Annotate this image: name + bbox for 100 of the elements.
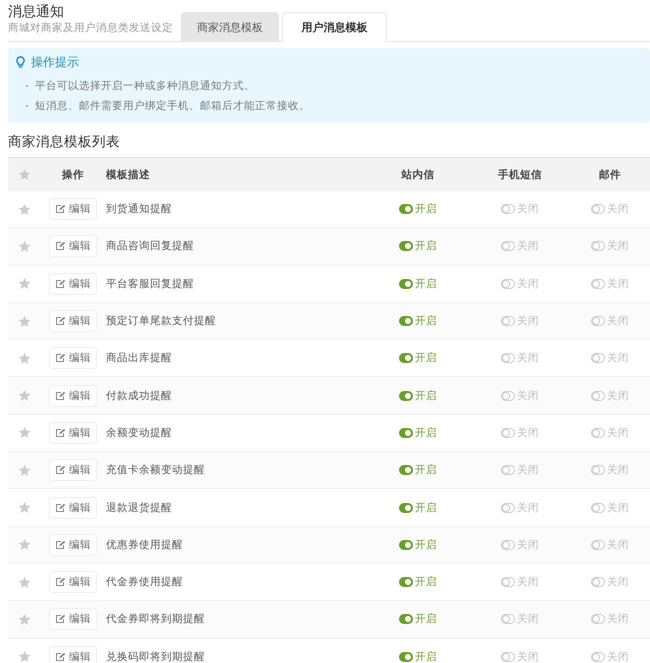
toggle-switch[interactable]: 关闭 [501,276,539,291]
edit-icon [55,577,66,588]
toggle-switch[interactable]: 开启 [399,426,437,440]
edit-button[interactable]: 编辑 [49,272,97,295]
star-icon[interactable] [18,314,30,328]
toggle-switch[interactable]: 开启 [399,612,437,626]
star-icon[interactable] [18,426,30,440]
toggle-icon [399,316,413,326]
toggle-icon [501,652,515,662]
toggle-switch[interactable]: 开启 [399,351,437,366]
star-icon[interactable] [18,202,30,216]
toggle-icon [591,204,605,214]
toggle-switch[interactable]: 关闭 [501,612,539,626]
toggle-icon [591,577,605,588]
toggle-switch[interactable]: 关闭 [501,314,539,328]
list-title: 商家消息模板列表 [8,133,121,152]
edit-icon [55,428,66,438]
toggle-icon [399,353,413,364]
toggle-switch[interactable]: 关闭 [591,500,629,515]
star-icon[interactable] [18,650,30,663]
toggle-icon [591,428,605,438]
edit-button[interactable]: 编辑 [49,347,97,370]
toggle-icon [399,278,413,289]
star-icon[interactable] [18,389,30,402]
toggle-switch[interactable]: 开启 [399,388,437,403]
column-header: 模板描述 [106,168,151,182]
toggle-icon [591,502,605,513]
edit-button[interactable]: 编辑 [49,384,97,407]
toggle-switch[interactable]: 关闭 [591,463,629,478]
toggle-switch[interactable]: 关闭 [591,202,629,216]
template-description: 预定订单尾款支付提醒 [106,314,217,328]
toggle-switch[interactable]: 关闭 [501,202,539,216]
star-icon[interactable] [18,352,30,365]
toggle-icon [501,428,515,438]
toggle-switch[interactable]: 关闭 [591,388,629,403]
toggle-icon [501,540,515,550]
edit-icon [55,652,66,662]
toggle-switch[interactable]: 关闭 [591,612,629,626]
toggle-switch[interactable]: 关闭 [591,351,629,366]
toggle-switch[interactable]: 关闭 [501,426,539,440]
toggle-switch[interactable]: 关闭 [501,650,539,663]
toggle-switch[interactable]: 关闭 [501,239,539,254]
edit-button[interactable]: 编辑 [49,422,97,444]
toggle-switch[interactable]: 关闭 [501,388,539,403]
toggle-switch[interactable]: 关闭 [501,538,539,552]
template-description: 余额变动提醒 [106,426,173,440]
toggle-icon [399,241,413,252]
toggle-icon [399,390,413,401]
toggle-switch[interactable]: 开启 [399,239,437,254]
toggle-switch[interactable]: 开启 [399,538,437,552]
toggle-switch[interactable]: 开启 [399,463,437,478]
star-icon[interactable] [18,538,30,552]
toggle-switch[interactable]: 关闭 [501,351,539,366]
toggle-icon [399,652,413,662]
star-icon[interactable] [18,576,30,589]
toggle-switch[interactable]: 开启 [399,650,437,663]
toggle-icon [501,577,515,588]
toggle-icon [591,652,605,662]
edit-button[interactable]: 编辑 [49,310,97,332]
star-icon[interactable] [18,501,30,514]
toggle-icon [591,614,605,624]
toggle-switch[interactable]: 开启 [399,202,437,216]
template-description: 商品出库提醒 [106,351,173,366]
toggle-switch[interactable]: 关闭 [591,276,629,291]
toggle-switch[interactable]: 关闭 [591,650,629,663]
toggle-switch[interactable]: 开启 [399,276,437,291]
toggle-icon [501,353,515,364]
column-header: 操作 [62,168,84,182]
toggle-icon [591,540,605,550]
template-description: 退款退货提醒 [106,500,173,515]
toggle-switch[interactable]: 开启 [399,575,437,590]
toggle-switch[interactable]: 关闭 [591,239,629,254]
edit-button[interactable]: 编辑 [49,534,97,556]
star-icon[interactable] [18,277,30,290]
toggle-icon [501,204,515,214]
edit-button[interactable]: 编辑 [49,235,97,258]
edit-button[interactable]: 编辑 [49,571,97,594]
star-icon[interactable] [18,240,30,253]
toggle-switch[interactable]: 关闭 [501,500,539,515]
edit-button[interactable]: 编辑 [49,646,97,663]
toggle-switch[interactable]: 开启 [399,314,437,328]
edit-button[interactable]: 编辑 [49,496,97,519]
toggle-switch[interactable]: 关闭 [591,575,629,590]
toggle-switch[interactable]: 关闭 [591,314,629,328]
template-description: 到货通知提醒 [106,202,173,216]
star-icon[interactable] [18,464,30,477]
toggle-switch[interactable]: 关闭 [591,426,629,440]
edit-button[interactable]: 编辑 [49,198,97,220]
tab[interactable]: 商家消息模板 [181,12,279,42]
toggle-switch[interactable]: 开启 [399,500,437,515]
toggle-switch[interactable]: 关闭 [501,463,539,478]
toggle-icon [399,465,413,476]
edit-button[interactable]: 编辑 [49,459,97,482]
toggle-switch[interactable]: 关闭 [591,538,629,552]
star-icon[interactable] [18,168,30,181]
star-icon[interactable] [18,612,30,626]
tab[interactable]: 用户消息模板 [282,12,387,42]
toggle-icon [501,241,515,252]
edit-button[interactable]: 编辑 [49,608,97,630]
toggle-switch[interactable]: 关闭 [501,575,539,590]
